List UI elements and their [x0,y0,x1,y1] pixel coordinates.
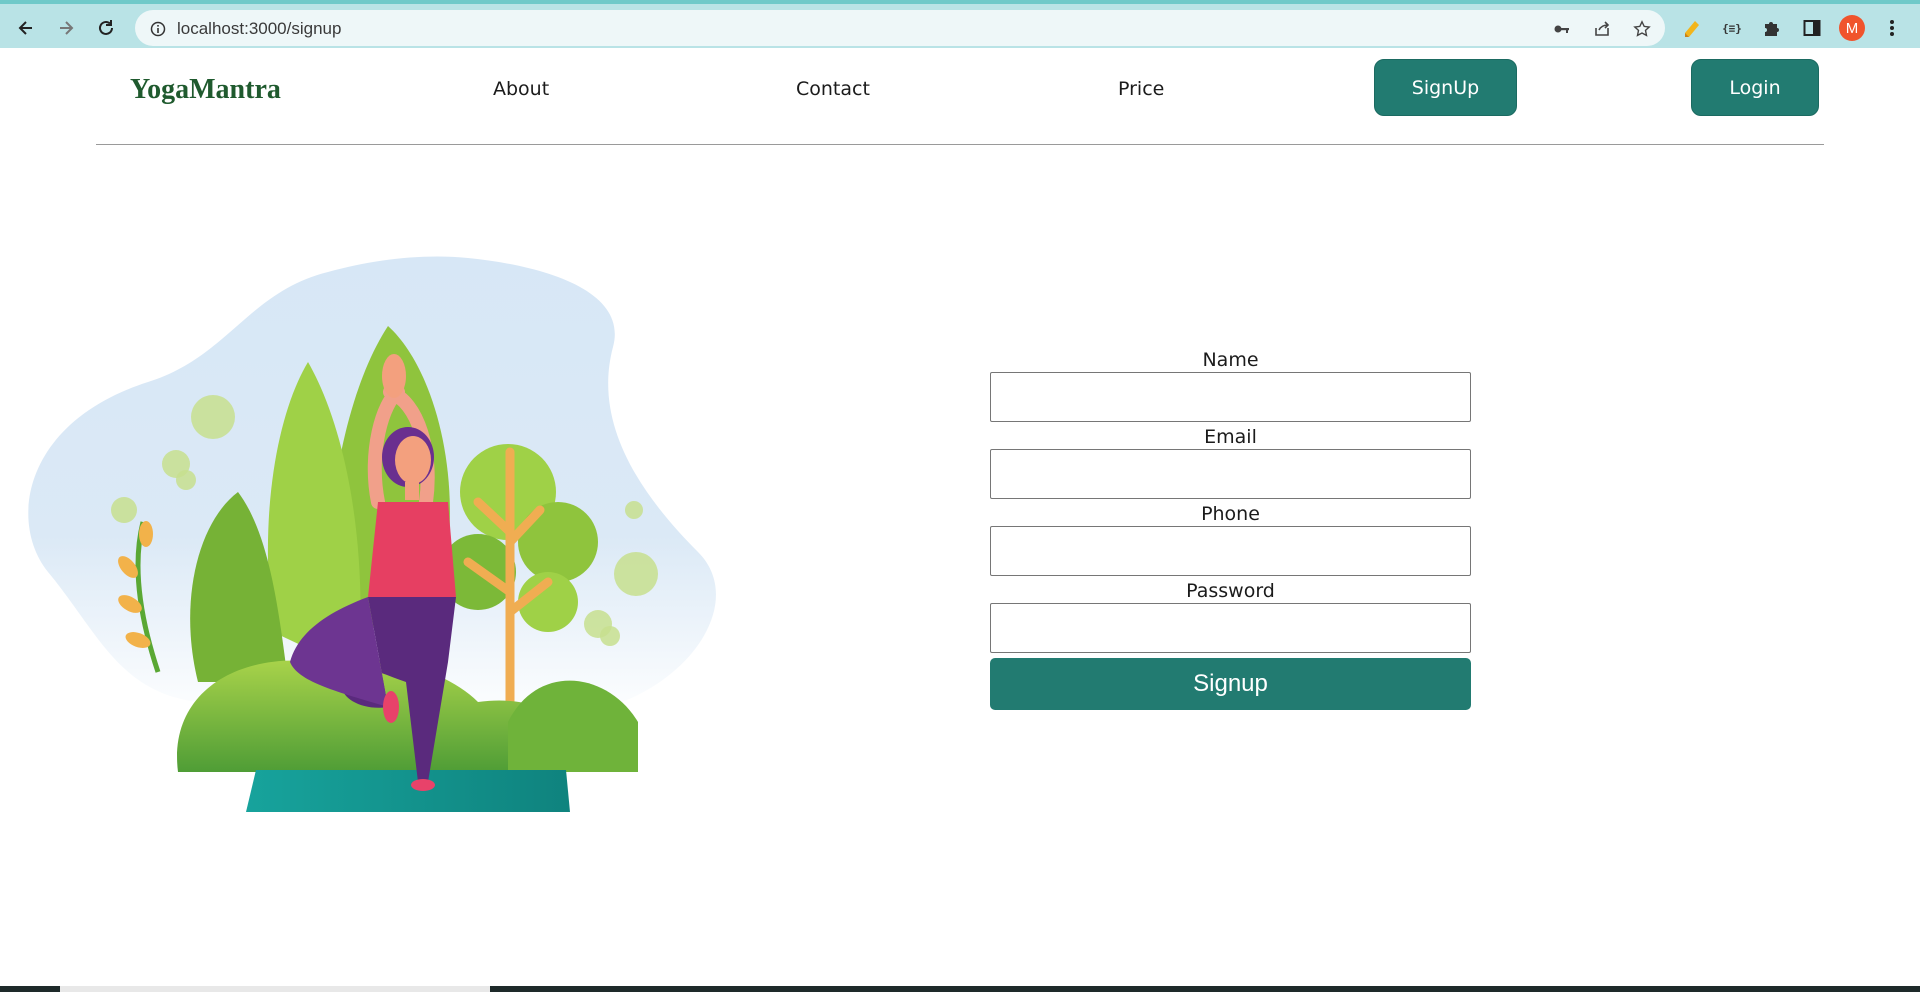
password-label: Password [1186,580,1275,602]
site-header: YogaMantra About Contact Price SignUp Lo… [0,48,1920,146]
bottom-scrollbar[interactable] [0,986,1920,992]
reload-icon[interactable] [92,14,120,42]
address-bar[interactable]: localhost:3000/signup [135,10,1665,46]
profile-avatar[interactable]: M [1839,15,1865,41]
share-icon[interactable] [1591,18,1613,40]
site-info-icon[interactable] [147,18,169,40]
browser-toolbar: localhost:3000/signup {≡} M [0,0,1920,48]
yoga-illustration [28,252,718,812]
brand-logo[interactable]: YogaMantra [130,74,281,106]
name-label: Name [1202,349,1259,371]
menu-icon[interactable] [1880,16,1904,40]
signup-nav-button[interactable]: SignUp [1374,59,1517,116]
password-field[interactable] [990,603,1471,653]
nav-link-about[interactable]: About [493,78,549,100]
signup-submit-button[interactable]: Signup [990,658,1471,710]
json-extension-icon[interactable]: {≡} [1720,16,1744,40]
back-icon[interactable] [12,14,40,42]
login-nav-button[interactable]: Login [1691,59,1819,116]
email-field[interactable] [990,449,1471,499]
phone-field[interactable] [990,526,1471,576]
name-field[interactable] [990,372,1471,422]
url-text: localhost:3000/signup [177,19,342,38]
forward-icon[interactable] [52,14,80,42]
key-icon[interactable] [1551,18,1573,40]
pencil-extension-icon[interactable] [1680,16,1704,40]
side-panel-icon[interactable] [1800,16,1824,40]
star-icon[interactable] [1631,18,1653,40]
signup-form: Name Email Phone Password Signup [990,348,1471,710]
nav-link-price[interactable]: Price [1118,78,1164,100]
nav-link-contact[interactable]: Contact [796,78,870,100]
header-divider [96,144,1824,145]
phone-label: Phone [1201,503,1260,525]
puzzle-icon[interactable] [1760,16,1784,40]
scrollbar-thumb[interactable] [60,986,490,992]
email-label: Email [1204,426,1257,448]
